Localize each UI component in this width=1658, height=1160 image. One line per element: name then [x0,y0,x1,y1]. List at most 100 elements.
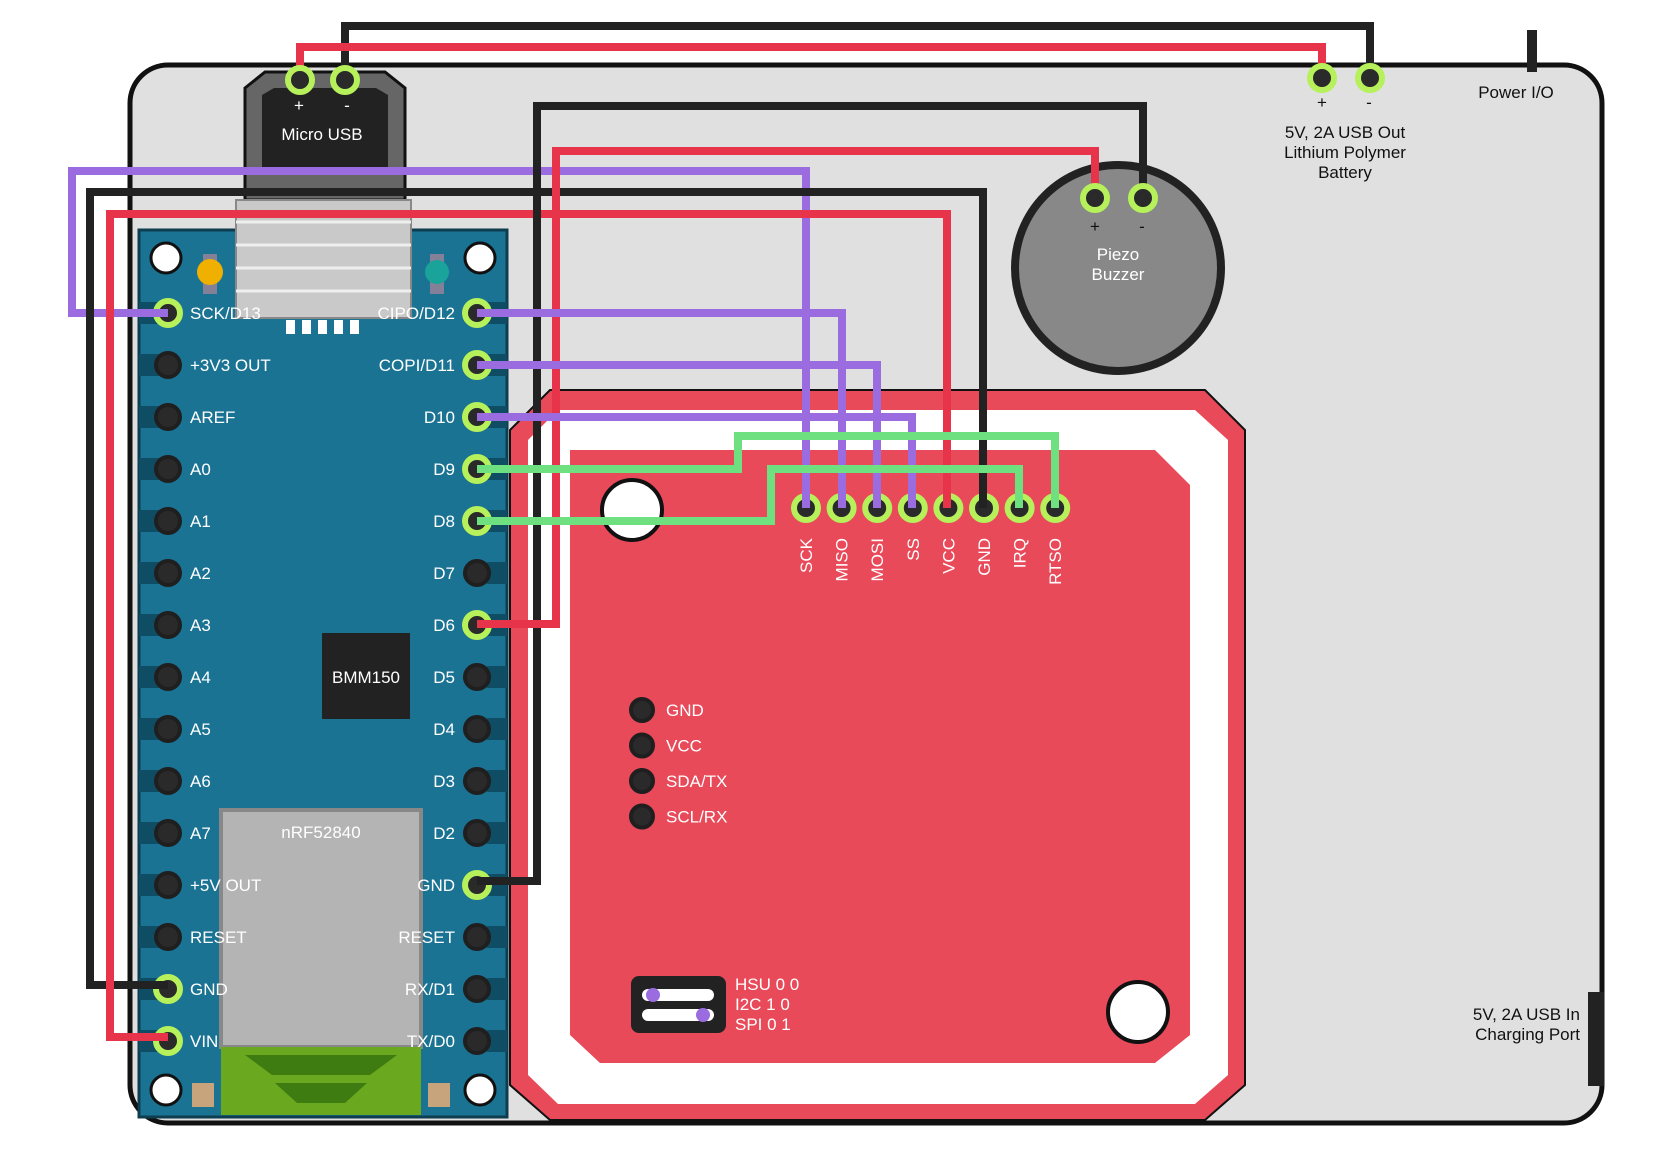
arduino-mount-hole-br [463,1073,497,1107]
pin-label-reset-right: RESET [398,928,455,947]
buzzer-label-1: Piezo [1097,245,1140,264]
pin-d7-right [463,559,491,587]
arduino-mount-hole-tl [149,241,183,275]
pin-reset [154,923,182,951]
pin-reset-right [463,923,491,951]
battery-label-3: Battery [1318,163,1372,182]
pin-label-rx-d1-right: RX/D1 [405,980,455,999]
pin-a3 [154,611,182,639]
pin-a4 [154,663,182,691]
battery-label-2: Lithium Polymer [1284,143,1406,162]
nfc-pin-label-ss: SS [904,538,923,561]
usb-plus-terminal [285,65,315,95]
pin-label-gnd-right: GND [417,876,455,895]
nfc-pin-label-rtso: RTSO [1046,538,1065,585]
pin-label-d5-right: D5 [433,668,455,687]
pin-label-d4-right: D4 [433,720,455,739]
nfc-pin-label-sck: SCK [797,537,816,573]
nfc-pin-label-gnd: GND [975,538,994,576]
pin-aref [154,403,182,431]
pin-label-sck-d13: SCK/D13 [190,304,261,323]
battery-minus-label: - [1366,93,1372,112]
nfc-pin-label-miso: MISO [833,538,852,581]
pin-label-a6: A6 [190,772,211,791]
battery-label-1: 5V, 2A USB Out [1285,123,1406,142]
battery-minus-terminal [1355,63,1385,93]
pin-label-a7: A7 [190,824,211,843]
buzzer-label-2: Buzzer [1092,265,1145,284]
battery-plus-terminal [1307,63,1337,93]
buzzer-plus-terminal [1080,183,1110,213]
nfc-i2c-label-scl-rx: SCL/RX [666,808,727,827]
nfc-mount-hole-top [600,478,664,542]
pin-label-a2: A2 [190,564,211,583]
nfc-mount-hole-bottom [1106,980,1170,1044]
pin-tx-d0-right [463,1027,491,1055]
pin-a2 [154,559,182,587]
pin-label-tx-d0-right: TX/D0 [407,1032,455,1051]
nfc-i2c-pin-scl-rx [629,803,655,830]
nfc-pin-label-mosi: MOSI [868,538,887,581]
nfc-pin-label-vcc: VCC [939,538,958,574]
pin-label-a0: A0 [190,460,211,479]
mode-switch-body [631,976,726,1033]
status-led [425,260,449,284]
arduino-mount-hole-bl [149,1073,183,1107]
bmm150-label: BMM150 [332,668,400,687]
mode-table-row-3: SPI 0 1 [735,1015,791,1034]
nfc-i2c-pin-vcc [629,732,655,759]
arduino-mount-hole-tr [463,241,497,275]
usb-label: Micro USB [281,125,362,144]
pin-3v3-out [154,351,182,379]
mode-table-row-2: I2C 1 0 [735,995,790,1014]
pin-a0 [154,455,182,483]
pin-label-d8-right: D8 [433,512,455,531]
nfc-i2c-pin-gnd [629,697,655,723]
pin-label-aref: AREF [190,408,235,427]
charging-port [1588,992,1604,1086]
pin-label-vin: VIN [190,1032,218,1051]
wiring-diagram: Power I/O 5V, 2A USB In Charging Port + … [68,22,1605,1126]
mode-table-row-1: HSU 0 0 [735,975,799,994]
pin-d4-right [463,715,491,743]
nfc-i2c-label-gnd: GND [666,701,704,720]
pin-rx-d1-right [463,975,491,1003]
usb-plus-label: + [294,96,304,115]
mode-switch-knob-2 [696,1008,710,1022]
pin-label-d2-right: D2 [433,824,455,843]
arduino-board: BMM150 nRF52840 SCK/D13 +3V3 OUT AREF A0 A1 A… [137,199,509,1119]
nfc-i2c-label-vcc: VCC [666,737,702,756]
power-switch-label: Power I/O [1478,83,1554,102]
power-led [197,259,223,285]
charging-port-label-1: 5V, 2A USB In [1473,1005,1580,1024]
micro-usb-module: + - Micro USB [243,70,407,202]
pin-label-cipo-d12-right: CIPO/D12 [378,304,455,323]
pin-a6 [154,767,182,795]
pin-a7 [154,819,182,847]
pin-label-d6-right: D6 [433,616,455,635]
pin-label-copi-d11-right: COPI/D11 [379,356,455,375]
pin-label-reset: RESET [190,928,247,947]
pin-label-a1: A1 [190,512,211,531]
pin-d2-right [463,819,491,847]
mode-switch-knob-1 [646,988,660,1002]
nrf52840-module [219,808,423,1049]
pin-a5 [154,715,182,743]
pad-left [192,1083,214,1107]
pin-d5-right [463,663,491,691]
pin-label-5v-out: +5V OUT [190,876,261,895]
mode-switch [631,976,726,1033]
piezo-buzzer: + - Piezo Buzzer [1011,161,1225,375]
pin-5v-out [154,871,182,899]
buzzer-plus-label: + [1090,217,1100,236]
buzzer-minus-terminal [1128,183,1158,213]
nrf52840-label: nRF52840 [281,823,360,842]
pin-label-d7-right: D7 [433,564,455,583]
pad-right [428,1083,450,1107]
charging-port-label-2: Charging Port [1475,1025,1580,1044]
power-switch [1527,30,1537,72]
buzzer-minus-label: - [1139,217,1145,236]
pin-a1 [154,507,182,535]
pin-label-d3-right: D3 [433,772,455,791]
usb-minus-terminal [330,65,360,95]
